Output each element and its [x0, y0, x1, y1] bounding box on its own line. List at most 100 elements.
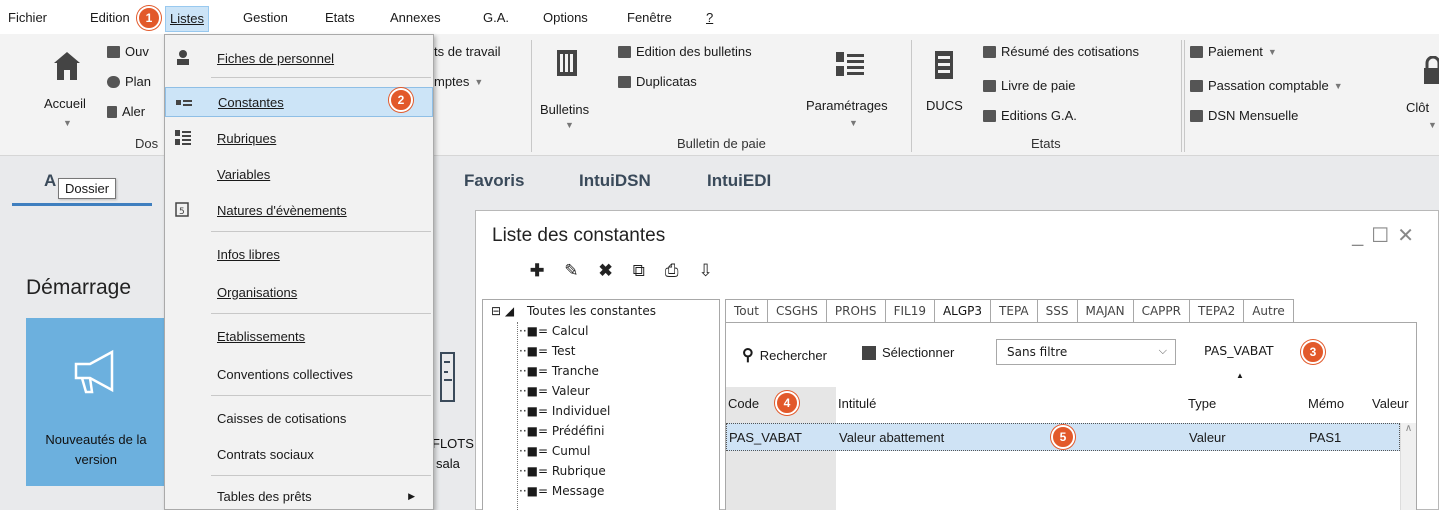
menu-item-label: Organisations: [217, 284, 298, 300]
tree-item[interactable]: ··■= Test: [519, 344, 575, 358]
tree-item[interactable]: ··■= Prédéfini: [519, 424, 604, 438]
ouvrir-button[interactable]: Ouv: [107, 44, 149, 59]
dsn-mensuelle-button[interactable]: DSN Mensuelle: [1190, 108, 1298, 123]
alert-button[interactable]: Aler: [107, 104, 145, 119]
edition-bulletins-label: Edition des bulletins: [636, 44, 752, 59]
news-tile[interactable]: Nouveautés de la version: [26, 318, 166, 486]
edition-bulletins-button[interactable]: Edition des bulletins: [618, 44, 752, 59]
menu-annexes[interactable]: Annexes: [390, 10, 441, 25]
editions-ga-button[interactable]: Editions G.A.: [983, 108, 1077, 123]
accueil-button-label[interactable]: Accueil: [44, 96, 86, 111]
menu-item-tables-prets[interactable]: Tables des prêts ▶: [165, 481, 433, 510]
tab-prohs[interactable]: PROHS: [826, 299, 886, 323]
tree-item[interactable]: ··■= Individuel: [519, 404, 610, 418]
column-header-intitule[interactable]: Intitulé: [838, 396, 876, 411]
menu-item-rubriques[interactable]: Rubriques: [165, 123, 433, 153]
menu-ga[interactable]: G.A.: [483, 10, 509, 25]
tree-item[interactable]: ··■= Calcul: [519, 324, 588, 338]
vertical-scrollbar[interactable]: ∧: [1400, 423, 1416, 510]
parametrages-icon[interactable]: [836, 52, 864, 79]
duplicatas-button[interactable]: Duplicatas: [618, 74, 697, 89]
menu-fichier[interactable]: Fichier: [8, 10, 47, 25]
tab-fil19[interactable]: FIL19: [885, 299, 935, 323]
menu-etats[interactable]: Etats: [325, 10, 355, 25]
tree-root[interactable]: Toutes les constantes: [527, 304, 656, 318]
flots-tile-icon[interactable]: [440, 352, 460, 405]
tree-item[interactable]: ··■= Tranche: [519, 364, 599, 378]
menu-options[interactable]: Options: [543, 10, 588, 25]
tab-tepa[interactable]: TEPA: [991, 299, 1038, 323]
menu-item-fiches-personnel[interactable]: Fiches de personnel: [165, 43, 433, 73]
chevron-down-icon: ⌵: [1158, 344, 1167, 357]
flots-tile-label[interactable]: FLOTS sala: [432, 434, 474, 474]
document-icon: [1190, 109, 1203, 122]
plan-button[interactable]: Plan: [107, 74, 151, 89]
menu-item-label: Constantes: [218, 94, 284, 110]
column-header-memo[interactable]: Mémo: [1308, 396, 1344, 411]
etats-travail-button[interactable]: ts de travail: [434, 44, 500, 59]
export-icon[interactable]: ⇩: [699, 261, 713, 281]
menu-gestion[interactable]: Gestion: [243, 10, 288, 25]
cloture-button-label[interactable]: Clôt: [1406, 100, 1429, 115]
print-icon[interactable]: ⎙: [665, 261, 679, 281]
menu-item-conventions-collectives[interactable]: Conventions collectives: [165, 359, 433, 389]
tab-cappr[interactable]: CAPPR: [1133, 299, 1190, 323]
menu-listes[interactable]: Listes: [165, 6, 209, 32]
home-icon[interactable]: [52, 50, 82, 85]
tab-intuidsn[interactable]: IntuiDSN: [579, 171, 651, 191]
tab-favoris[interactable]: Favoris: [464, 171, 524, 191]
selectionner-button[interactable]: Sélectionner: [862, 345, 954, 360]
resume-cotisations-button[interactable]: Résumé des cotisations: [983, 44, 1139, 59]
maximize-icon[interactable]: ☐: [1371, 225, 1397, 247]
tab-tout[interactable]: Tout: [725, 299, 768, 323]
copy-icon[interactable]: ⧉: [633, 261, 645, 281]
tab-tepa2[interactable]: TEPA2: [1189, 299, 1245, 323]
filter-select[interactable]: Sans filtre ⌵: [996, 339, 1176, 365]
menu-item-etablissements[interactable]: Etablissements: [165, 321, 433, 351]
ducs-button-label[interactable]: DUCS: [926, 98, 963, 113]
delete-icon[interactable]: ✖: [599, 261, 613, 281]
comptes-button[interactable]: mptes ▼: [434, 74, 483, 89]
gear-icon: [107, 75, 120, 88]
minimize-icon[interactable]: _: [1352, 225, 1371, 247]
menu-fenetre[interactable]: Fenêtre: [627, 10, 672, 25]
menu-item-contrats-sociaux[interactable]: Contrats sociaux: [165, 439, 433, 469]
tree-item[interactable]: ··■= Rubrique: [519, 464, 606, 478]
edit-icon[interactable]: ✎: [564, 261, 578, 281]
menu-item-natures-evenements[interactable]: 5 Natures d'évènements: [165, 195, 433, 225]
tree-item[interactable]: ··■= Message: [519, 484, 604, 498]
tab-intuiedi[interactable]: IntuiEDI: [707, 171, 771, 191]
bulletins-icon[interactable]: [555, 48, 579, 81]
column-header-code[interactable]: Code: [728, 396, 759, 411]
parametrages-button-label[interactable]: Paramétrages: [806, 98, 888, 113]
ducs-icon[interactable]: [934, 50, 954, 83]
menu-edition[interactable]: Edition: [90, 10, 130, 25]
paiement-button[interactable]: Paiement ▼: [1190, 44, 1277, 59]
comptes-label: mptes: [434, 74, 470, 89]
menu-item-caisses-cotisations[interactable]: Caisses de cotisations: [165, 403, 433, 433]
menu-item-variables[interactable]: Variables: [165, 159, 433, 189]
menu-item-organisations[interactable]: Organisations: [165, 277, 433, 307]
column-header-valeur[interactable]: Valeur: [1372, 396, 1409, 411]
passation-comptable-button[interactable]: Passation comptable ▼: [1190, 78, 1343, 93]
close-icon[interactable]: ✕: [1397, 225, 1422, 247]
menu-item-infos-libres[interactable]: Infos libres: [165, 239, 433, 269]
livre-de-paie-button[interactable]: Livre de paie: [983, 78, 1075, 93]
bulletins-button-label[interactable]: Bulletins: [540, 102, 589, 117]
rechercher-button[interactable]: ⚲ Rechercher: [742, 345, 827, 365]
scroll-up-icon[interactable]: ∧: [1405, 423, 1412, 434]
tree-item[interactable]: ··■= Cumul: [519, 444, 590, 458]
search-value[interactable]: PAS_VABAT: [1204, 343, 1274, 358]
column-header-type[interactable]: Type: [1188, 396, 1216, 411]
tab-csghs[interactable]: CSGHS: [767, 299, 827, 323]
tab-majan[interactable]: MAJAN: [1077, 299, 1134, 323]
add-icon[interactable]: ✚: [530, 261, 544, 281]
menu-help[interactable]: ?: [706, 10, 713, 25]
tab-autre[interactable]: Autre: [1244, 299, 1294, 323]
tab-algp3[interactable]: ALGP3: [934, 299, 992, 323]
tab-sss[interactable]: SSS: [1037, 299, 1078, 323]
lock-icon[interactable]: [1424, 55, 1439, 87]
tab-accueil[interactable]: A: [44, 171, 56, 191]
tree-collapse-icon[interactable]: ⊟ ◢: [491, 304, 514, 318]
tree-item[interactable]: ··■= Valeur: [519, 384, 590, 398]
